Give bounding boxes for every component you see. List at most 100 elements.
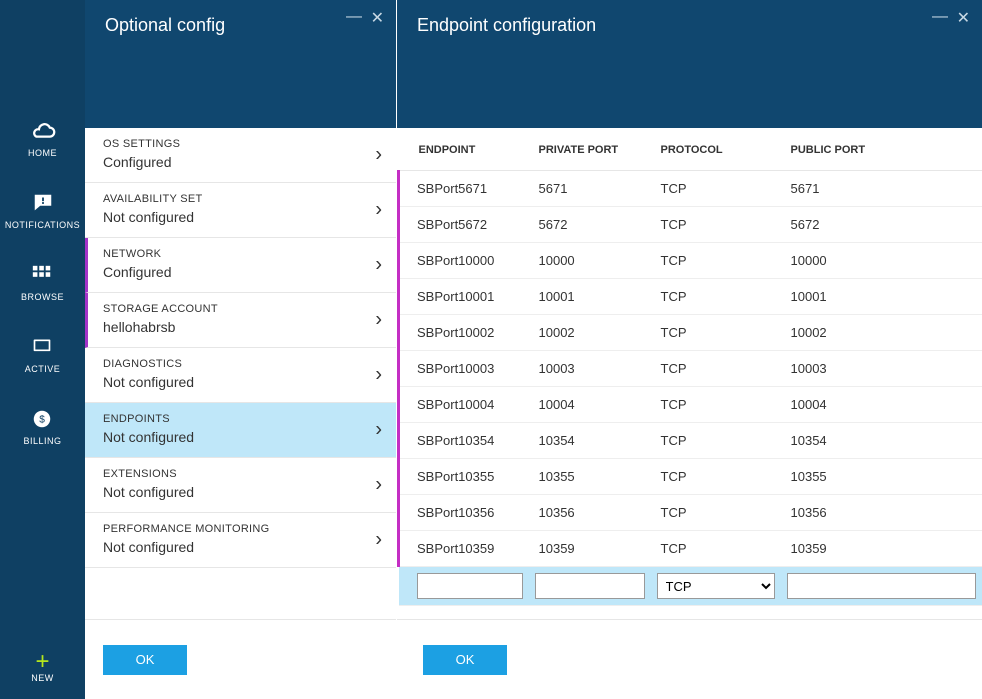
config-list: OS SETTINGSConfigured›AVAILABILITY SETNo… [85, 128, 396, 619]
blade-subheader [85, 50, 396, 128]
billing-icon: $ [28, 408, 56, 430]
sidebar-new-label: NEW [31, 673, 54, 683]
config-item-label: DIAGNOSTICS [103, 358, 380, 370]
sidebar-item-billing[interactable]: $ BILLING [23, 408, 61, 446]
cell-endpoint: SBPort10001 [399, 279, 529, 315]
cell-private-port: 10355 [529, 459, 651, 495]
cell-public-port: 10000 [781, 243, 982, 279]
sidebar-item-label: BROWSE [21, 292, 64, 302]
sidebar-new[interactable]: + NEW [31, 651, 54, 699]
blade-footer: OK [85, 619, 396, 699]
close-icon[interactable]: ✕ [957, 8, 970, 28]
cell-private-port: 10004 [529, 387, 651, 423]
config-item-label: EXTENSIONS [103, 468, 380, 480]
blade-header: Endpoint configuration — ✕ [397, 0, 982, 50]
ok-button[interactable]: OK [103, 645, 187, 675]
column-header-private-port[interactable]: PRIVATE PORT [529, 128, 651, 171]
config-item-label: STORAGE ACCOUNT [103, 303, 380, 315]
cell-protocol: TCP [651, 279, 781, 315]
config-item[interactable]: EXTENSIONS Not configured› [85, 458, 396, 513]
chevron-right-icon: › [375, 254, 382, 277]
cell-private-port: 10000 [529, 243, 651, 279]
blade-title: Optional config [105, 15, 225, 36]
table-row[interactable]: SBPort1000110001TCP10001 [399, 279, 982, 315]
config-item[interactable]: DIAGNOSTICSNot configured› [85, 348, 396, 403]
cell-public-port: 10355 [781, 459, 982, 495]
protocol-select[interactable]: TCP [657, 573, 775, 599]
cell-private-port: 5671 [529, 171, 651, 207]
chevron-right-icon: › [375, 474, 382, 497]
config-item[interactable]: PERFORMANCE MONITORINGNot configured› [85, 513, 396, 568]
sidebar-item-browse[interactable]: BROWSE [21, 264, 64, 302]
cell-endpoint: SBPort5672 [399, 207, 529, 243]
cell-public-port: 10002 [781, 315, 982, 351]
config-item-value: Configured [103, 264, 380, 280]
endpoint-config-blade: Endpoint configuration — ✕ ENDPOINT PRIV… [397, 0, 982, 699]
column-header-public-port[interactable]: PUBLIC PORT [781, 128, 982, 171]
cell-protocol: TCP [651, 351, 781, 387]
chevron-right-icon: › [375, 309, 382, 332]
config-item-value: Configured [103, 154, 380, 170]
table-row[interactable]: SBPort1000310003TCP10003 [399, 351, 982, 387]
endpoint-body: ENDPOINT PRIVATE PORT PROTOCOL PUBLIC PO… [397, 128, 982, 619]
minimize-icon[interactable]: — [932, 8, 948, 26]
cell-endpoint: SBPort10356 [399, 495, 529, 531]
table-row[interactable]: SBPort56725672TCP5672 [399, 207, 982, 243]
cell-protocol: TCP [651, 315, 781, 351]
table-row[interactable]: SBPort1000010000TCP10000 [399, 243, 982, 279]
config-item-label: AVAILABILITY SET [103, 193, 380, 205]
column-header-endpoint[interactable]: ENDPOINT [399, 128, 529, 171]
config-item-label: ENDPOINTS [103, 413, 380, 425]
chevron-right-icon: › [375, 144, 382, 167]
cell-private-port: 10003 [529, 351, 651, 387]
config-item[interactable]: STORAGE ACCOUNThellohabrsb› [85, 293, 396, 348]
cell-endpoint: SBPort10359 [399, 531, 529, 567]
table-row[interactable]: SBPort1035910359TCP10359 [399, 531, 982, 567]
cell-private-port: 10002 [529, 315, 651, 351]
endpoint-table: ENDPOINT PRIVATE PORT PROTOCOL PUBLIC PO… [397, 128, 982, 606]
endpoint-input-row: TCP [399, 567, 982, 606]
cell-protocol: TCP [651, 387, 781, 423]
config-item-value: Not configured [103, 484, 380, 500]
sidebar-item-notifications[interactable]: NOTIFICATIONS [5, 192, 80, 230]
config-item[interactable]: ENDPOINTSNot configured› [85, 403, 396, 458]
table-row[interactable]: SBPort1000210002TCP10002 [399, 315, 982, 351]
cell-protocol: TCP [651, 495, 781, 531]
config-item-label: NETWORK [103, 248, 380, 260]
public-port-input[interactable] [787, 573, 977, 599]
config-item[interactable]: NETWORK Configured› [85, 238, 396, 293]
table-row[interactable]: SBPort1035510355TCP10355 [399, 459, 982, 495]
config-item[interactable]: OS SETTINGSConfigured› [85, 128, 396, 183]
cell-public-port: 10001 [781, 279, 982, 315]
cell-endpoint: SBPort10354 [399, 423, 529, 459]
minimize-icon[interactable]: — [346, 8, 362, 26]
sidebar-item-active[interactable]: ACTIVE [25, 336, 61, 374]
table-row[interactable]: SBPort1035610356TCP10356 [399, 495, 982, 531]
sidebar-item-label: HOME [28, 148, 57, 158]
cell-protocol: TCP [651, 207, 781, 243]
cell-endpoint: SBPort10000 [399, 243, 529, 279]
config-item[interactable]: AVAILABILITY SETNot configured› [85, 183, 396, 238]
table-row[interactable]: SBPort1035410354TCP10354 [399, 423, 982, 459]
endpoint-name-input[interactable] [417, 573, 523, 599]
cell-endpoint: SBPort5671 [399, 171, 529, 207]
svg-text:$: $ [40, 415, 46, 426]
table-row[interactable]: SBPort56715671TCP5671 [399, 171, 982, 207]
sidebar: HOME NOTIFICATIONS BROWSE ACTIVE $ BILLI… [0, 0, 85, 699]
cell-private-port: 10354 [529, 423, 651, 459]
cell-private-port: 10359 [529, 531, 651, 567]
sidebar-item-home[interactable]: HOME [28, 120, 57, 158]
cell-public-port: 5671 [781, 171, 982, 207]
private-port-input[interactable] [535, 573, 645, 599]
cell-endpoint: SBPort10004 [399, 387, 529, 423]
cell-endpoint: SBPort10003 [399, 351, 529, 387]
close-icon[interactable]: ✕ [371, 8, 384, 28]
cell-private-port: 10001 [529, 279, 651, 315]
table-row[interactable]: SBPort1000410004TCP10004 [399, 387, 982, 423]
blade-title: Endpoint configuration [417, 15, 596, 36]
cell-protocol: TCP [651, 531, 781, 567]
cell-public-port: 5672 [781, 207, 982, 243]
ok-button[interactable]: OK [423, 645, 507, 675]
column-header-protocol[interactable]: PROTOCOL [651, 128, 781, 171]
sidebar-item-label: NOTIFICATIONS [5, 220, 80, 230]
